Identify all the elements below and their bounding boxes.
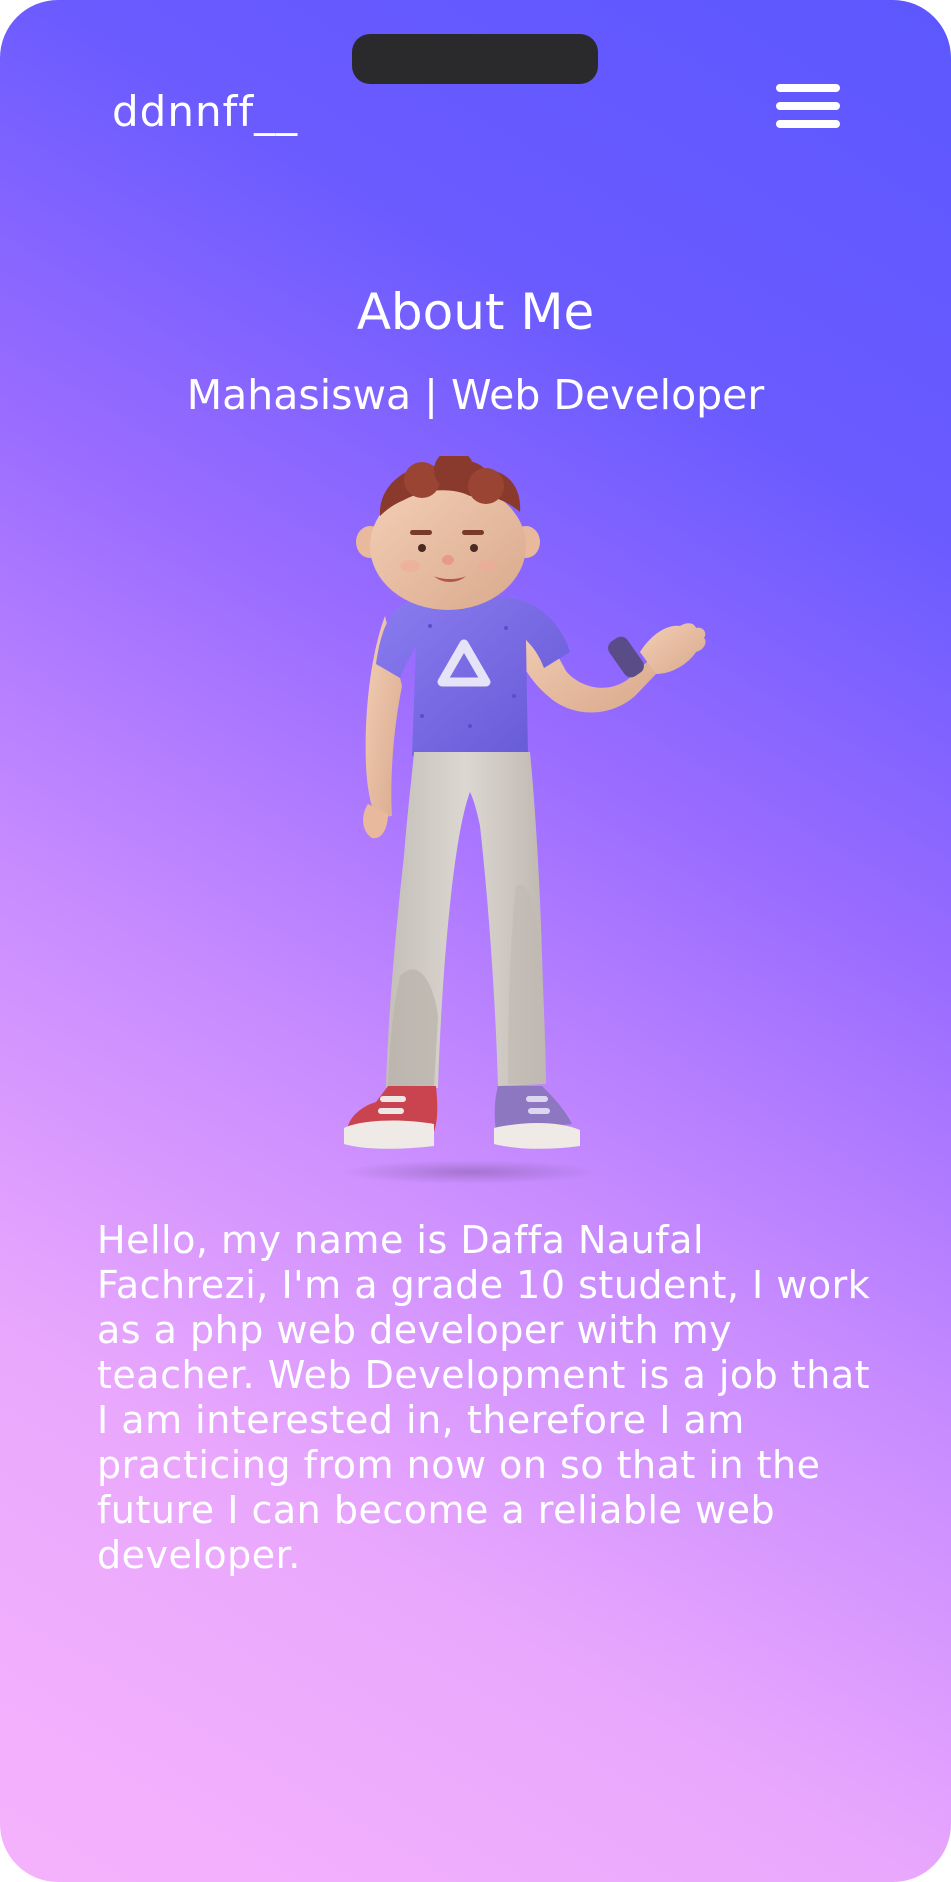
subtitle: Mahasiswa | Web Developer bbox=[186, 371, 765, 419]
menu-button[interactable] bbox=[776, 82, 840, 132]
phone-screen: ddnnff__ About Me Mahasiswa | Web Develo… bbox=[0, 0, 951, 1882]
page-title: About Me bbox=[356, 283, 595, 341]
character-illustration bbox=[340, 456, 706, 1184]
dynamic-island bbox=[352, 34, 598, 84]
brand-logo[interactable]: ddnnff__ bbox=[112, 84, 298, 140]
hamburger-menu-icon bbox=[776, 84, 840, 92]
bio-paragraph: Hello, my name is Daffa Naufal Fachrezi,… bbox=[97, 1218, 871, 1577]
